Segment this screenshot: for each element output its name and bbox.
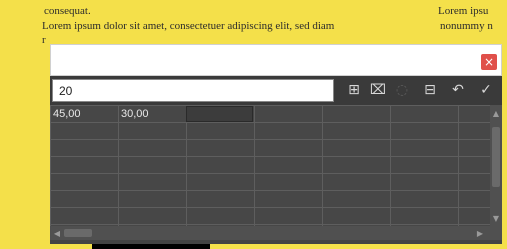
table-grid-icon[interactable]: ⊟ <box>420 80 440 100</box>
cancel-circle-icon[interactable]: ◌ <box>392 80 412 100</box>
scroll-down-icon[interactable]: ▼ <box>490 212 502 224</box>
horizontal-scroll-thumb[interactable] <box>64 229 92 237</box>
grid-cell-c1[interactable] <box>186 106 253 122</box>
doc-line-3-left: r <box>42 34 46 46</box>
table-editor-panel: ⊞ ⌧ ◌ ⊟ ↶ ✓ 45,00 30,00 ▲ ▼ ◀ ▶ <box>50 76 502 244</box>
doc-line-1-right: Lorem ipsu <box>438 5 489 17</box>
close-button[interactable]: × <box>481 54 497 70</box>
formula-input[interactable] <box>52 79 334 102</box>
grid-cell-a1[interactable]: 45,00 <box>50 106 117 122</box>
horizontal-scrollbar[interactable]: ◀ ▶ <box>50 226 502 240</box>
doc-line-2-left: Lorem ipsum dolor sit amet, consectetuer… <box>42 20 335 32</box>
undo-icon[interactable]: ↶ <box>448 80 468 100</box>
grid-cell-b1[interactable]: 30,00 <box>118 106 185 122</box>
confirm-check-icon[interactable]: ✓ <box>476 80 496 100</box>
vertical-scrollbar[interactable]: ▲ ▼ <box>490 105 502 226</box>
popup-header: × <box>50 44 502 76</box>
close-icon: × <box>483 55 495 69</box>
scroll-up-icon[interactable]: ▲ <box>490 107 502 119</box>
spreadsheet-grid[interactable]: 45,00 30,00 <box>50 105 490 226</box>
toolbar: ⊞ ⌧ ◌ ⊟ ↶ ✓ <box>50 76 502 105</box>
doc-line-2-right: nonummy n <box>440 20 493 32</box>
insert-table-icon[interactable]: ⊞ <box>344 80 364 100</box>
doc-line-1-left: consequat. <box>44 5 91 17</box>
table-properties-icon[interactable]: ⌧ <box>368 80 388 100</box>
vertical-scroll-thumb[interactable] <box>492 127 500 187</box>
scroll-right-icon[interactable]: ▶ <box>474 227 486 239</box>
scroll-left-icon[interactable]: ◀ <box>51 227 63 239</box>
